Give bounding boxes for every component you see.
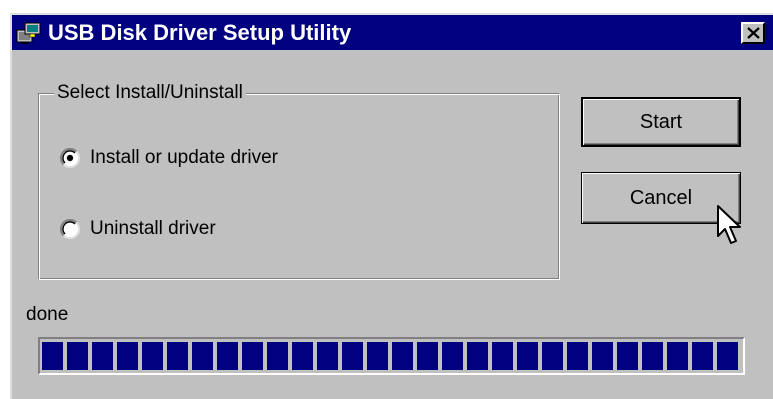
install-options-group [38,93,560,280]
radio-button-selected[interactable] [59,147,81,169]
start-button[interactable]: Start [581,97,741,147]
group-label: Select Install/Uninstall [54,81,246,105]
progress-fill [42,342,741,370]
radio-install[interactable]: Install or update driver [59,145,278,171]
mouse-pointer-icon [716,204,744,248]
close-icon [747,27,760,39]
status-text: done [26,304,69,325]
progress-bar [38,337,745,375]
radio-uninstall-label: Uninstall driver [90,218,216,239]
setup-dialog: USB Disk Driver Setup Utility Select Ins… [10,13,773,399]
window-title: USB Disk Driver Setup Utility [48,20,352,45]
close-button[interactable] [741,22,765,44]
radio-uninstall[interactable]: Uninstall driver [59,216,216,242]
radio-install-label: Install or update driver [90,147,278,168]
title-bar[interactable]: USB Disk Driver Setup Utility [12,15,773,50]
usb-drive-icon [16,21,42,45]
radio-button-unselected[interactable] [59,218,81,240]
